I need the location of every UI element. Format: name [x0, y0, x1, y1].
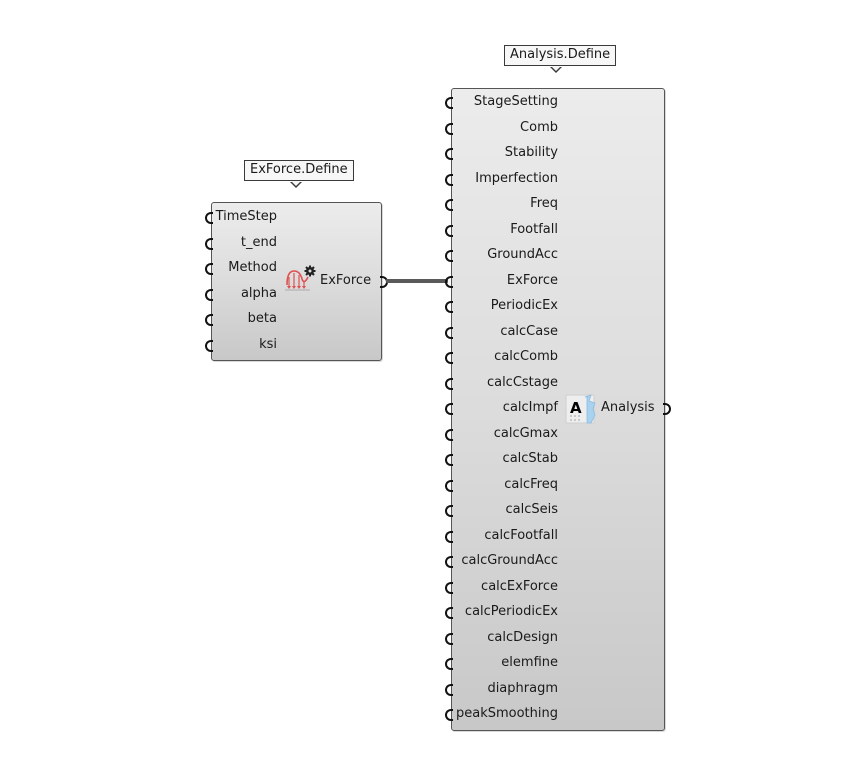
exforce-tooltip-pointer: [290, 181, 302, 188]
input-grip[interactable]: [445, 709, 453, 721]
input-grip[interactable]: [445, 454, 453, 466]
input-param-label[interactable]: alpha: [214, 285, 277, 303]
input-grip[interactable]: [445, 97, 453, 109]
input-grip[interactable]: [445, 530, 453, 543]
input-grip[interactable]: [445, 505, 453, 517]
input-param-label[interactable]: calcGmax: [454, 425, 558, 443]
input-grip[interactable]: [205, 339, 213, 352]
input-grip[interactable]: [445, 224, 453, 237]
input-grip[interactable]: [445, 250, 453, 262]
input-param-label[interactable]: TimeStep: [214, 208, 277, 226]
input-param-label[interactable]: calcGroundAcc: [454, 552, 558, 570]
input-param-label[interactable]: elemfine: [454, 654, 558, 672]
exforce-tooltip-label: ExForce.Define: [250, 162, 348, 177]
input-grip[interactable]: [205, 212, 213, 224]
input-param-label[interactable]: calcComb: [454, 348, 558, 366]
input-param-label[interactable]: Freq: [454, 195, 558, 213]
input-param-label[interactable]: beta: [214, 310, 277, 328]
input-param-label[interactable]: calcImpf: [454, 399, 558, 417]
input-grip[interactable]: [445, 275, 453, 288]
input-grip[interactable]: [445, 683, 453, 696]
input-param-label[interactable]: Comb: [454, 119, 558, 137]
input-grip[interactable]: [445, 199, 453, 211]
exforce-load-gear-icon: [284, 265, 316, 293]
input-grip[interactable]: [445, 479, 453, 492]
svg-text:A: A: [570, 399, 582, 417]
input-grip[interactable]: [445, 632, 453, 645]
input-param-label[interactable]: calcDesign: [454, 629, 558, 647]
analysis-document-icon: A: [565, 393, 597, 425]
input-grip[interactable]: [445, 658, 453, 670]
input-param-label[interactable]: calcFreq: [454, 476, 558, 494]
wire-exforce-to-analysis[interactable]: [386, 279, 448, 283]
analysis-tooltip: Analysis.Define: [504, 45, 617, 66]
input-param-label[interactable]: calcCase: [454, 323, 558, 341]
input-param-label[interactable]: Method: [214, 259, 277, 277]
input-param-label[interactable]: calcCstage: [454, 374, 558, 392]
exforce-tooltip: ExForce.Define: [244, 160, 354, 181]
input-param-label[interactable]: Stability: [454, 144, 558, 162]
input-param-label[interactable]: PeriodicEx: [454, 297, 558, 315]
input-grip[interactable]: [445, 556, 453, 568]
input-grip[interactable]: [445, 122, 453, 135]
input-param-label[interactable]: calcStab: [454, 450, 558, 468]
input-param-label[interactable]: Imperfection: [454, 170, 558, 188]
analysis-output-grip[interactable]: [663, 403, 671, 415]
analysis-component-name: Analysis: [601, 400, 655, 415]
analysis-tooltip-label: Analysis.Define: [510, 47, 611, 62]
input-param-label[interactable]: GroundAcc: [454, 246, 558, 264]
input-grip[interactable]: [205, 314, 213, 326]
input-param-label[interactable]: ksi: [214, 336, 277, 354]
input-grip[interactable]: [445, 352, 453, 364]
input-grip[interactable]: [205, 263, 213, 275]
input-grip[interactable]: [445, 326, 453, 339]
analysis-tooltip-pointer: [550, 66, 562, 73]
input-param-label[interactable]: diaphragm: [454, 680, 558, 698]
input-grip[interactable]: [445, 173, 453, 186]
input-grip[interactable]: [445, 607, 453, 619]
input-param-label[interactable]: StageSetting: [454, 93, 558, 111]
input-param-label[interactable]: t_end: [214, 234, 277, 252]
input-grip[interactable]: [205, 237, 213, 250]
input-param-label[interactable]: ExForce: [454, 272, 558, 290]
input-grip[interactable]: [445, 428, 453, 441]
input-grip[interactable]: [205, 288, 213, 301]
input-grip[interactable]: [445, 403, 453, 415]
input-grip[interactable]: [445, 301, 453, 313]
input-grip[interactable]: [445, 148, 453, 160]
exforce-component-name: ExForce: [320, 273, 372, 288]
input-param-label[interactable]: calcFootfall: [454, 527, 558, 545]
input-param-label[interactable]: Footfall: [454, 221, 558, 239]
input-param-label[interactable]: calcSeis: [454, 501, 558, 519]
input-param-label[interactable]: calcExForce: [454, 578, 558, 596]
input-param-label[interactable]: calcPeriodicEx: [454, 603, 558, 621]
input-param-label[interactable]: peakSmoothing: [454, 705, 558, 723]
input-grip[interactable]: [445, 377, 453, 390]
input-grip[interactable]: [445, 581, 453, 594]
